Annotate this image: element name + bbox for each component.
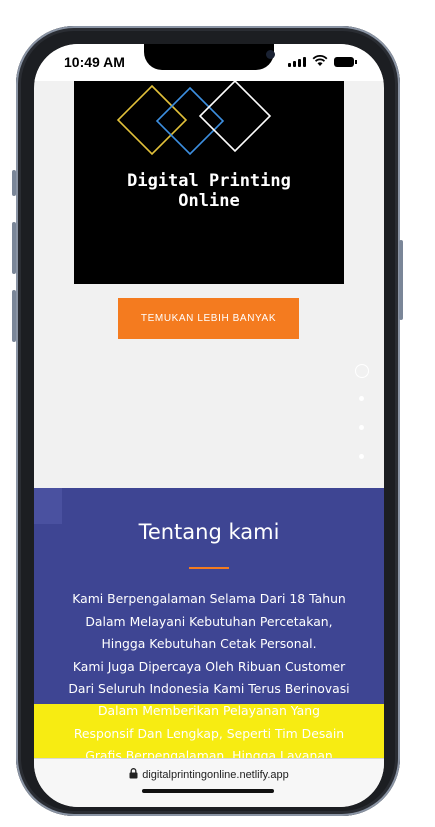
about-body-line: Grafis Berpengalaman, Hingga Layanan [85, 748, 333, 758]
about-title: Tentang kami [138, 520, 280, 544]
volume-down-button [12, 290, 16, 342]
lock-icon [129, 768, 138, 779]
url-display[interactable]: digitalprintingonline.netlify.app [34, 768, 384, 781]
browser-address-bar[interactable]: digitalprintingonline.netlify.app [34, 758, 384, 807]
wifi-icon [312, 55, 328, 66]
yellow-section: Dalam Memberikan Pelayanan Yang Responsi… [34, 704, 384, 758]
power-button [399, 240, 403, 320]
volume-up-button [12, 222, 16, 274]
url-text: digitalprintingonline.netlify.app [142, 769, 289, 781]
about-body-line: Kami Juga Dipercaya Oleh Ribuan Customer [72, 658, 346, 674]
about-body-line: Responsif Dan Lengkap, Seperti Tim Desai… [73, 725, 345, 741]
logo-diamonds-icon [116, 81, 272, 156]
slider-dot-active[interactable] [355, 364, 369, 378]
about-section: Tentang kami Kami Berpengalaman Selama D… [34, 488, 384, 707]
front-camera-icon [266, 50, 275, 59]
status-time: 10:49 AM [64, 54, 125, 70]
about-body-line: Dari Seluruh Indonesia Kami Terus Berino… [68, 681, 350, 696]
mute-switch [12, 170, 16, 196]
decorative-shape [34, 488, 62, 524]
hero-title-text: Digital Printing Online [127, 171, 291, 211]
status-icons [288, 55, 357, 67]
hero-banner-image: Digital Printing Online [74, 81, 344, 284]
slider-dot[interactable] [359, 425, 364, 430]
about-body-line: Kami Berpengalaman Selama Dari 18 Tahun [72, 591, 346, 606]
about-body-line: Hingga Kebutuhan Cetak Personal. [101, 636, 317, 651]
find-more-button[interactable]: TEMUKAN LEBIH BANYAK [118, 298, 299, 339]
battery-icon [334, 57, 357, 67]
about-body-overflow: Dalam Memberikan Pelayanan Yang Responsi… [52, 704, 366, 758]
about-body: Kami Berpengalaman Selama Dari 18 Tahun … [52, 588, 366, 701]
notch [144, 44, 275, 70]
title-underline [189, 567, 229, 569]
about-body-line: Dalam Memberikan Pelayanan Yang [98, 704, 320, 718]
slider-dot[interactable] [359, 454, 364, 459]
phone-screen: 10:49 AM Digital Printing Online TEMUKAN… [34, 44, 384, 807]
home-indicator[interactable] [142, 789, 274, 793]
hero-image-title: Digital Printing Online [74, 171, 344, 211]
slider-dot[interactable] [359, 396, 364, 401]
cellular-signal-icon [288, 57, 306, 67]
status-bar: 10:49 AM [34, 44, 384, 81]
about-body-line: Dalam Melayani Kebutuhan Percetakan, [85, 613, 333, 629]
